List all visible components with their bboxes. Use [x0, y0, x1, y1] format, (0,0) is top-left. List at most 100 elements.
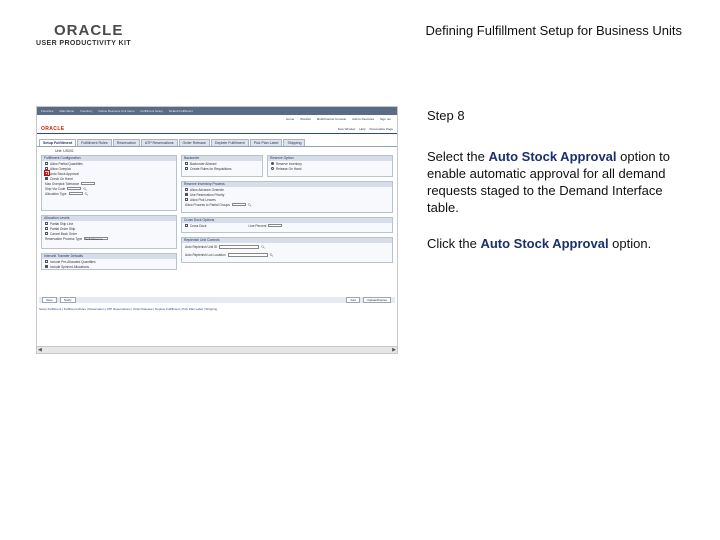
- breadcrumb-item[interactable]: Inventory: [80, 109, 92, 113]
- backorder-group: Backorder Backorder Allowed Create Rules…: [181, 155, 263, 177]
- text-field[interactable]: [67, 186, 82, 191]
- text-field[interactable]: [227, 253, 268, 257]
- multichannel-link[interactable]: MultiChannel Console: [317, 117, 346, 124]
- reserve-option-group: Reserve Option Reserve Inventory Release…: [267, 155, 393, 177]
- add-favorites-link[interactable]: Add to Favorites: [352, 117, 374, 124]
- text-field[interactable]: [231, 202, 246, 207]
- allocation-group: Allocation Levels Partial Ship Line Part…: [41, 215, 177, 249]
- text-field[interactable]: [219, 245, 260, 249]
- tab-deplete-fulfillment[interactable]: Deplete Fulfillment: [210, 139, 249, 146]
- form-body: Fulfillment Configuration Allow Partial …: [37, 153, 397, 303]
- add-button[interactable]: Add: [346, 297, 360, 303]
- option-label: Include Pre-Allocated Quantities: [50, 259, 96, 264]
- text-field[interactable]: [68, 191, 83, 196]
- checkbox[interactable]: [45, 265, 48, 268]
- checkbox[interactable]: [45, 222, 48, 225]
- personalize-link[interactable]: Personalize Page: [369, 127, 393, 131]
- lookup-icon[interactable]: 🔍︎: [85, 192, 89, 196]
- option-label: Include Spinned Allocations: [50, 264, 89, 269]
- breadcrumb-item[interactable]: Fulfillment Setup: [141, 109, 163, 113]
- sign-out-link[interactable]: Sign out: [380, 117, 391, 124]
- option-row: Release On Hand: [268, 166, 392, 171]
- option-name: Auto Stock Approval: [488, 149, 617, 164]
- scroll-right-icon[interactable]: ▶: [392, 347, 396, 353]
- option-label: Allow Overpick: [50, 166, 72, 171]
- interunit-group: Interunit Transfer Defaults Include Pre-…: [41, 253, 177, 270]
- horizontal-scrollbar[interactable]: ◀ ▶: [37, 346, 397, 353]
- breadcrumb-item[interactable]: Default Fulfillment: [169, 109, 193, 113]
- radio-button[interactable]: [271, 167, 274, 170]
- option-label: Auto Stock Approval: [50, 171, 79, 176]
- checkbox[interactable]: [185, 224, 188, 227]
- lookup-icon[interactable]: 🔍︎: [270, 253, 274, 257]
- step-highlight: [44, 170, 50, 176]
- save-button[interactable]: Save: [42, 297, 57, 303]
- instruction-panel: Step 8 Select the Auto Stock Approval op…: [427, 107, 697, 271]
- tab-atp-reservations[interactable]: ATP Reservations: [140, 139, 178, 146]
- checkbox[interactable]: [185, 167, 188, 170]
- checkbox[interactable]: [185, 188, 188, 191]
- option-row: Include Spinned Allocations: [42, 264, 176, 269]
- field-row: Auto Replenish Loc Location 🔍︎: [182, 251, 392, 259]
- checkbox[interactable]: [45, 227, 48, 230]
- option-label: Allow Partial Quantities: [50, 161, 83, 166]
- application-screenshot: Favorites Main Menu Inventory Define Bus…: [36, 106, 398, 354]
- field-label: Line Percent: [248, 223, 267, 228]
- breadcrumb-item[interactable]: Main Menu: [59, 109, 74, 113]
- field-label: Auto Replenish Loc Location: [185, 253, 226, 257]
- oracle-upk-logo: ORACLE USER PRODUCTIVITY KIT: [36, 22, 131, 47]
- checkbox[interactable]: [45, 162, 48, 165]
- breadcrumb-item[interactable]: Favorites: [41, 109, 53, 113]
- option-label: Check On Hand: [50, 176, 73, 181]
- field-row: Allocation Type 🔍︎: [42, 191, 176, 196]
- reserve-process-group: Reserve Inventory Process Allow Advance …: [181, 181, 393, 213]
- text-field[interactable]: [81, 181, 96, 186]
- breadcrumb-item[interactable]: Define Business Unit Items: [99, 109, 135, 113]
- lookup-icon[interactable]: 🔍︎: [261, 245, 265, 249]
- option-label: Create Rules for Requisitions: [190, 166, 232, 171]
- text-run: Click the: [427, 236, 481, 251]
- footer-page-links[interactable]: Setup Fulfillment | Fulfillment Rules | …: [39, 307, 217, 311]
- checkbox[interactable]: [185, 193, 188, 196]
- field-row: Allow Process to Partial Groups 🔍︎: [182, 202, 392, 207]
- field-label: Auto Replenish Unit ID: [185, 245, 218, 249]
- tab-order-release[interactable]: Order Release: [178, 139, 210, 146]
- option-label: Release On Hand: [276, 166, 302, 171]
- action-text: Click the Auto Stock Approval option.: [427, 235, 697, 252]
- update-display-button[interactable]: Update/Display: [362, 297, 391, 303]
- global-links: Home Worklist MultiChannel Console Add t…: [37, 115, 397, 124]
- scroll-left-icon[interactable]: ◀: [38, 347, 42, 353]
- checkbox[interactable]: [185, 198, 188, 201]
- checkbox[interactable]: [45, 260, 48, 263]
- field-label: Allocation Type: [45, 191, 67, 196]
- option-label: Allow Pick Leaves: [190, 197, 216, 202]
- tab-setup-fulfillment[interactable]: Setup Fulfillment: [39, 139, 77, 146]
- reservation-type-select[interactable]: Soft Reserve: [84, 236, 109, 241]
- checkbox[interactable]: [185, 162, 188, 165]
- checkbox[interactable]: [45, 232, 48, 235]
- notify-button[interactable]: Notify: [59, 297, 76, 303]
- tab-reservation[interactable]: Reservation: [112, 139, 140, 146]
- lookup-icon[interactable]: 🔍︎: [83, 187, 87, 191]
- field-row: Auto Replenish Unit ID 🔍︎: [182, 243, 392, 251]
- text-field[interactable]: [268, 223, 283, 228]
- logo-brand: ORACLE: [54, 22, 124, 39]
- radio-button[interactable]: [271, 162, 274, 165]
- lookup-icon[interactable]: 🔍︎: [248, 203, 252, 207]
- field-label: Reservation Process Type: [45, 236, 83, 241]
- worklist-link[interactable]: Worklist: [300, 117, 311, 124]
- logo-tagline: USER PRODUCTIVITY KIT: [36, 40, 132, 47]
- app-logo: ORACLE: [41, 125, 65, 132]
- cross-dock-group: Cross Dock Options Cross Dock Line Percen…: [181, 217, 393, 233]
- home-link[interactable]: Home: [286, 117, 294, 124]
- option-label: Cross Dock: [190, 223, 207, 228]
- help-link[interactable]: Help: [359, 127, 365, 131]
- option-label: Backorder Allowed: [190, 161, 217, 166]
- checkbox[interactable]: [45, 177, 48, 180]
- tab-pick-plan-label[interactable]: Pick Plan Label: [249, 139, 283, 146]
- tab-fulfillment-rules[interactable]: Fulfillment Rules: [77, 139, 112, 146]
- field-label: Allow Process to Partial Groups: [185, 202, 230, 207]
- field-label: Ship Via Code: [45, 186, 66, 191]
- new-window-link[interactable]: New Window: [338, 127, 356, 131]
- tab-shipping[interactable]: Shipping: [283, 139, 306, 146]
